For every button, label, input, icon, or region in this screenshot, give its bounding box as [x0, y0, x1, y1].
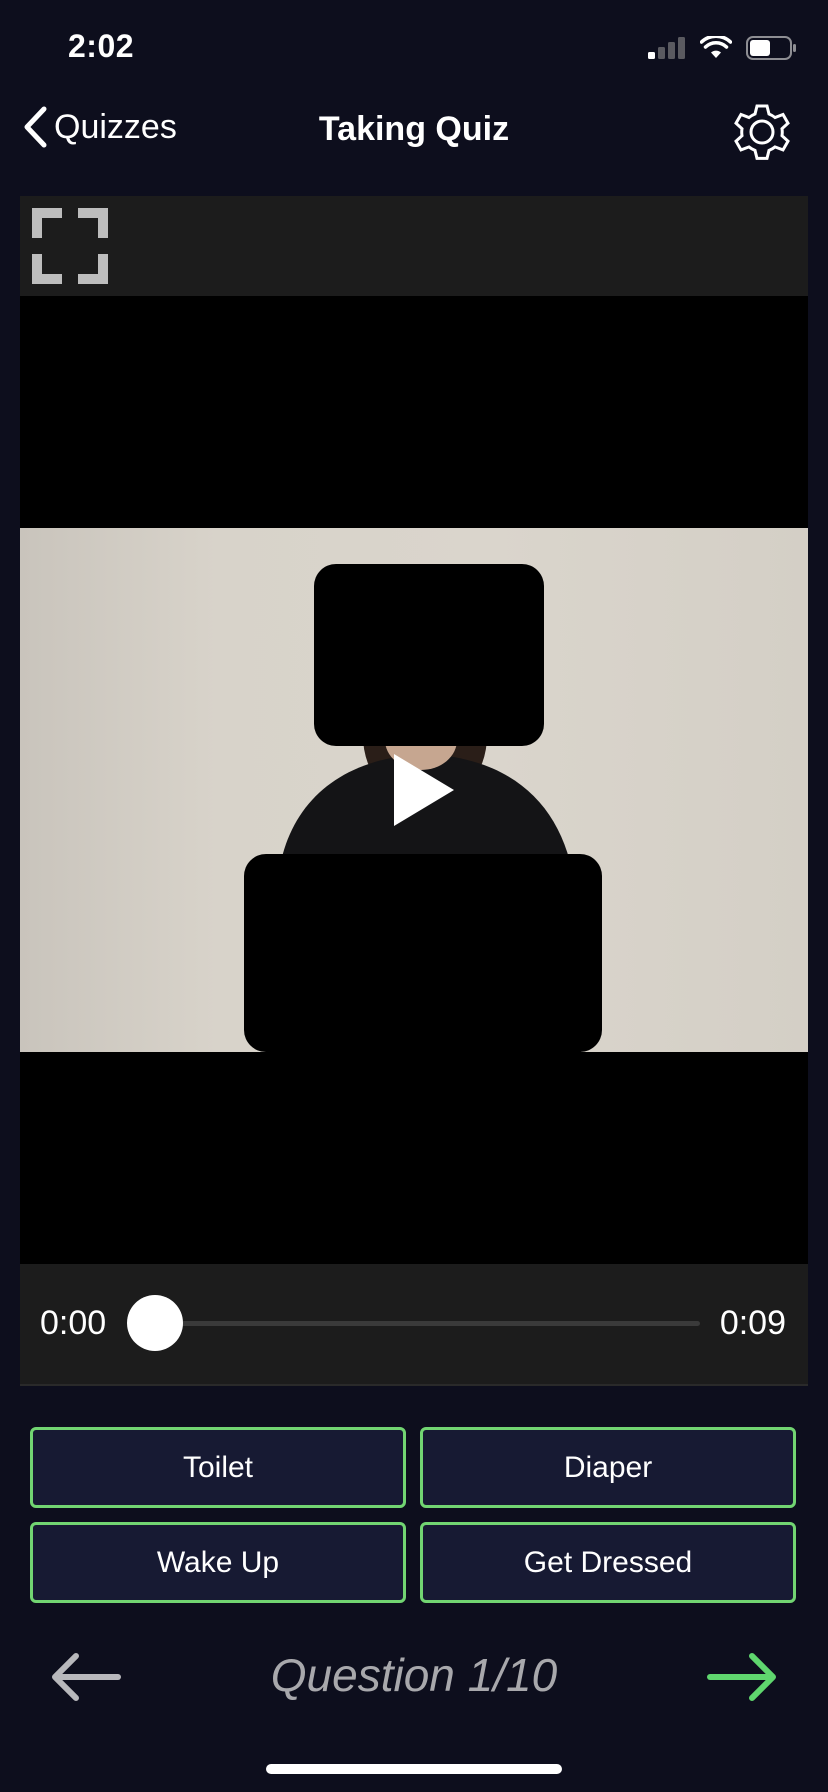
battery-icon [746, 36, 796, 60]
play-button[interactable] [370, 746, 460, 836]
player-controls: 0:00 0:09 [20, 1264, 808, 1386]
answer-button-wake-up[interactable]: Wake Up [30, 1522, 406, 1603]
arrow-right-icon [707, 1653, 776, 1701]
video-player[interactable]: 0:00 0:09 [20, 196, 808, 1386]
player-top-bar [20, 196, 808, 296]
scrub-knob[interactable] [127, 1295, 183, 1351]
play-icon [394, 754, 454, 826]
current-time: 0:00 [40, 1304, 107, 1342]
answer-button-diaper[interactable]: Diaper [420, 1427, 796, 1508]
status-time: 2:02 [68, 28, 135, 64]
home-indicator[interactable] [266, 1764, 562, 1774]
answer-grid: Toilet Diaper Wake Up Get Dressed [30, 1427, 798, 1603]
answer-button-toilet[interactable]: Toilet [30, 1427, 406, 1508]
gear-icon [734, 104, 790, 160]
fullscreen-icon [32, 208, 108, 284]
page-title: Taking Quiz [318, 110, 510, 148]
settings-button[interactable] [726, 96, 798, 168]
scrub-track[interactable] [154, 1321, 700, 1326]
status-icons [648, 36, 798, 60]
redaction-block-top [314, 564, 544, 746]
cellular-signal-icon [648, 37, 685, 59]
answer-button-get-dressed[interactable]: Get Dressed [420, 1522, 796, 1603]
fullscreen-button[interactable] [32, 208, 108, 284]
next-question-button[interactable] [704, 1648, 780, 1706]
video-frame[interactable] [20, 528, 808, 1052]
redaction-block-bottom [244, 854, 602, 1052]
wifi-icon [700, 36, 732, 58]
total-time: 0:09 [719, 1304, 786, 1342]
